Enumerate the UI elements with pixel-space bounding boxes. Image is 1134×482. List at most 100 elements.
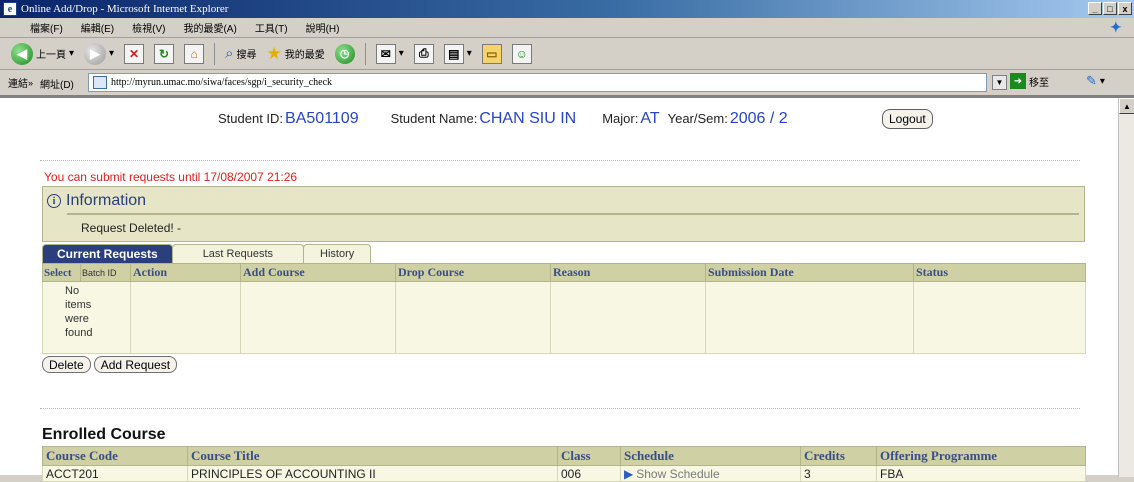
table-cell bbox=[395, 281, 551, 354]
extensions-button[interactable]: ✎ ▾ bbox=[1086, 73, 1105, 89]
stop-icon: ✕ bbox=[124, 43, 145, 64]
window-title: Online Add/Drop - Microsoft Internet Exp… bbox=[21, 3, 229, 15]
menu-help[interactable]: 說明(H) bbox=[297, 20, 349, 35]
course-code: ACCT201 bbox=[42, 465, 188, 482]
go-arrow-icon: ➜ bbox=[1010, 73, 1026, 89]
column-header: Credits bbox=[800, 446, 877, 466]
column-header: Course Title bbox=[187, 446, 558, 466]
search-label: 搜尋 bbox=[236, 50, 257, 61]
messenger-button[interactable]: ☺ bbox=[509, 41, 535, 67]
credits: 3 bbox=[800, 465, 877, 482]
history-button[interactable]: ◷ bbox=[332, 41, 358, 67]
tab-history[interactable]: History bbox=[303, 244, 372, 263]
edit-button[interactable]: ▤ ▾ bbox=[441, 41, 475, 67]
maximize-button[interactable]: □ bbox=[1103, 2, 1117, 15]
forward-dropdown-icon: ▾ bbox=[109, 48, 115, 59]
home-button[interactable]: ⌂ bbox=[181, 41, 207, 67]
address-dropdown-button[interactable]: ▼ bbox=[992, 75, 1007, 90]
address-bar: 連結 » 網址(D) http://myrun.umac.mo/siwa/fac… bbox=[0, 70, 1134, 96]
ie-app-icon: e bbox=[3, 2, 17, 16]
window-title-bar: e Online Add/Drop - Microsoft Internet E… bbox=[0, 0, 1134, 18]
student-id: BA501109 bbox=[285, 110, 359, 127]
address-url[interactable]: http://myrun.umac.mo/siwa/faces/sgp/i_se… bbox=[111, 77, 332, 88]
column-header: Schedule bbox=[620, 446, 801, 466]
column-header: Add Course bbox=[240, 263, 396, 282]
information-rule bbox=[67, 213, 1079, 215]
stop-button[interactable]: ✕ bbox=[121, 41, 147, 67]
vertical-scrollbar[interactable]: ▲ bbox=[1118, 98, 1134, 477]
requests-table: Select Batch ID Action Add Course Drop C… bbox=[42, 263, 1086, 354]
scroll-up-icon[interactable]: ▲ bbox=[1119, 98, 1134, 114]
forward-arrow-icon: ▶ bbox=[84, 42, 107, 65]
page-viewport: Student ID: BA501109 Student Name: CHAN … bbox=[0, 96, 1134, 482]
menu-edit[interactable]: 編輯(E) bbox=[72, 20, 123, 35]
major-label: Major: bbox=[602, 111, 639, 126]
add-request-button[interactable]: Add Request bbox=[93, 356, 178, 373]
table-cell bbox=[913, 281, 1086, 354]
favorites-button[interactable]: ★ 我的最愛 bbox=[263, 41, 327, 67]
mail-icon: ✉ bbox=[375, 43, 396, 64]
offering-programme: FBA bbox=[876, 465, 1086, 482]
home-icon: ⌂ bbox=[184, 43, 205, 64]
table-row: ACCT201 PRINCIPLES OF ACCOUNTING II 006 … bbox=[42, 465, 1086, 482]
column-header: Drop Course bbox=[395, 263, 551, 282]
address-field[interactable]: http://myrun.umac.mo/siwa/faces/sgp/i_se… bbox=[88, 73, 987, 92]
empty-message: No items were found bbox=[42, 281, 131, 354]
show-schedule-label: Show Schedule bbox=[636, 466, 720, 481]
links-label[interactable]: 連結 bbox=[8, 75, 28, 90]
delete-button[interactable]: Delete bbox=[42, 356, 91, 373]
folder-button[interactable]: ▭ bbox=[479, 41, 505, 67]
column-header: Reason bbox=[550, 263, 706, 282]
menu-view[interactable]: 檢視(V) bbox=[123, 20, 174, 35]
favorites-label: 我的最愛 bbox=[284, 50, 325, 61]
information-title: Information bbox=[66, 192, 147, 209]
request-tabs: Current Requests Last Requests History bbox=[42, 244, 372, 263]
schedule-cell: ▶ Show Schedule bbox=[620, 465, 801, 482]
back-label: 上一頁 bbox=[36, 50, 66, 61]
mail-button[interactable]: ✉ ▾ bbox=[373, 41, 407, 67]
refresh-icon: ↻ bbox=[154, 43, 175, 64]
table-row: No items were found bbox=[42, 281, 1086, 354]
back-button[interactable]: ◀ 上一頁 ▾ bbox=[8, 41, 77, 67]
page-icon bbox=[93, 76, 107, 89]
play-icon: ▶ bbox=[624, 466, 634, 481]
menu-file[interactable]: 檔案(F) bbox=[0, 20, 72, 35]
student-name: CHAN SIU IN bbox=[479, 110, 577, 127]
show-schedule-link[interactable]: ▶ Show Schedule bbox=[624, 467, 720, 481]
search-button[interactable]: ⌕ 搜尋 bbox=[222, 41, 259, 67]
column-header: Select bbox=[42, 263, 81, 282]
extensions-dropdown-icon: ▾ bbox=[1099, 75, 1105, 87]
forward-button[interactable]: ▶ ▾ bbox=[81, 41, 117, 67]
table-header-row: Select Batch ID Action Add Course Drop C… bbox=[42, 263, 1086, 282]
year-sem: 2006 / 2 bbox=[729, 110, 788, 127]
tab-last-requests[interactable]: Last Requests bbox=[171, 244, 305, 263]
info-icon: i bbox=[47, 194, 61, 208]
menu-bar: 檔案(F) 編輯(E) 檢視(V) 我的最愛(A) 工具(T) 說明(H) ✦ bbox=[0, 18, 1134, 38]
menu-tools[interactable]: 工具(T) bbox=[246, 20, 297, 35]
search-icon: ⌕ bbox=[225, 45, 234, 62]
edit-dropdown-icon: ▾ bbox=[466, 48, 472, 59]
go-button[interactable]: ➜ 移至 bbox=[1010, 73, 1049, 89]
tab-current-requests[interactable]: Current Requests bbox=[42, 244, 173, 263]
column-header: Offering Programme bbox=[876, 446, 1086, 466]
refresh-button[interactable]: ↻ bbox=[151, 41, 177, 67]
close-button[interactable]: x bbox=[1118, 2, 1132, 15]
back-dropdown-icon: ▾ bbox=[69, 48, 75, 59]
class-number: 006 bbox=[557, 465, 621, 482]
student-info-bar: Student ID: BA501109 Student Name: CHAN … bbox=[218, 110, 788, 128]
table-header-row: Course Code Course Title Class Schedule … bbox=[42, 446, 1086, 466]
information-panel: i Information Request Deleted! - bbox=[42, 186, 1085, 242]
extensions-icon: ✎ bbox=[1086, 73, 1097, 88]
menu-favorites[interactable]: 我的最愛(A) bbox=[174, 20, 245, 35]
minimize-button[interactable]: _ bbox=[1088, 2, 1102, 15]
history-icon: ◷ bbox=[334, 43, 355, 64]
table-cell bbox=[130, 281, 241, 354]
logout-button[interactable]: Logout bbox=[882, 109, 933, 129]
table-cell bbox=[550, 281, 706, 354]
student-name-label: Student Name: bbox=[390, 111, 478, 126]
column-header: Status bbox=[913, 263, 1086, 282]
chevron-icon[interactable]: » bbox=[28, 78, 33, 88]
windows-logo-icon: ✦ bbox=[1110, 21, 1122, 36]
print-icon: ⎙ bbox=[413, 43, 434, 64]
print-button[interactable]: ⎙ bbox=[411, 41, 437, 67]
